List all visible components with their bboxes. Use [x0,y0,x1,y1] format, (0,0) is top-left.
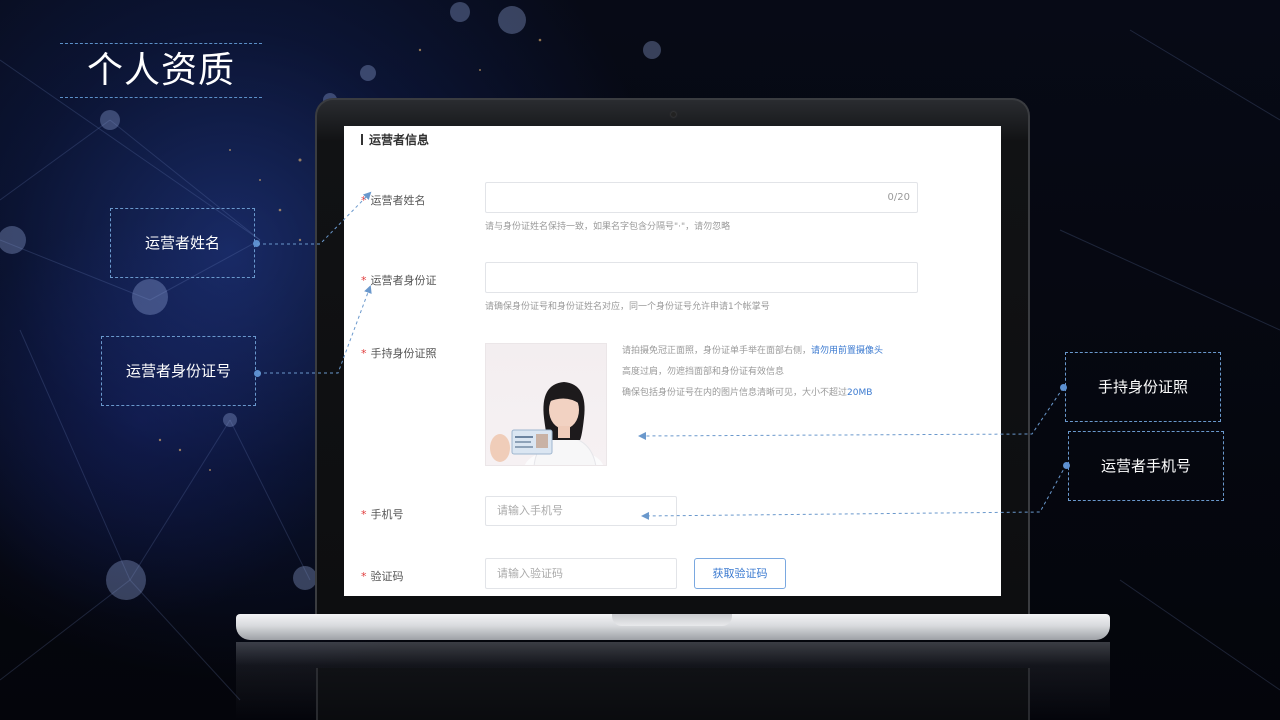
required-mark: * [361,347,367,360]
phone-placeholder: 请输入手机号 [497,504,563,517]
id-card-hint: 请确保身份证号和身份证姓名对应，同一个身份证号允许申请1个帐掌号 [485,302,770,312]
callout-name: 运营者姓名 [110,208,255,278]
callout-photo-dot [1060,384,1067,391]
callout-name-dot [253,240,260,247]
laptop-notch [612,614,732,626]
id-photo-upload[interactable] [485,343,607,466]
photo-tip-1-link[interactable]: 请勿用前置摄像头 [811,346,883,356]
reflection-lid [316,668,1030,720]
code-label-text: 验证码 [370,570,404,583]
name-hint: 请与身份证姓名保持一致，如果名字包含分隔号"·"，请勿忽略 [485,222,731,232]
phone-input[interactable]: 请输入手机号 [485,496,677,526]
callout-phone-dot [1063,462,1070,469]
photo-tip-3: 确保包括身份证号在内的图片信息清晰可见，大小不超过20MB [622,385,872,398]
name-label: * 运营者姓名 [361,192,426,208]
form-screen: 运营者信息 * 运营者姓名 0/20 请与身份证姓名保持一致，如果名字包含分隔号"… [344,126,1001,596]
callout-id-card-dot [254,370,261,377]
id-card-input[interactable] [485,262,918,293]
required-mark: * [361,194,367,207]
photo-tip-1: 请拍摄免冠正面照，身份证单手举在面部右侧，请勿用前置摄像头 [622,343,883,356]
section-title-text: 运营者信息 [369,133,430,147]
photo-tip-1-text: 请拍摄免冠正面照，身份证单手举在面部右侧， [622,346,812,356]
photo-tip-3-size: 20MB [847,388,873,398]
required-mark: * [361,274,367,287]
photo-tip-3-text: 确保包括身份证号在内的图片信息清晰可见，大小不超过 [622,388,848,398]
camera-icon [671,112,676,117]
required-mark: * [361,570,367,583]
photo-tip-2: 高度过肩，勿遮挡面部和身份证有效信息 [622,367,785,377]
name-counter: 0/20 [887,192,910,203]
get-code-button[interactable]: 获取验证码 [694,558,786,589]
callout-id-card: 运营者身份证号 [101,336,256,406]
photo-label: * 手持身份证照 [361,345,437,361]
name-label-text: 运营者姓名 [370,194,426,207]
code-placeholder: 请输入验证码 [497,567,563,580]
phone-label-text: 手机号 [370,508,404,521]
section-title: 运营者信息 [361,131,429,148]
id-card-label: * 运营者身份证 [361,272,437,288]
phone-label: * 手机号 [361,506,404,522]
name-input[interactable]: 0/20 [485,182,918,213]
person-holding-id-image [490,382,604,465]
page-title: 个人资质 [60,43,262,98]
required-mark: * [361,508,367,521]
callout-photo: 手持身份证照 [1065,352,1221,422]
section-bar [361,134,363,145]
laptop-reflection [236,642,1110,720]
callout-phone: 运营者手机号 [1068,431,1224,501]
id-card-label-text: 运营者身份证 [370,274,437,287]
code-label: * 验证码 [361,568,404,584]
code-input[interactable]: 请输入验证码 [485,558,677,589]
photo-label-text: 手持身份证照 [370,347,437,360]
